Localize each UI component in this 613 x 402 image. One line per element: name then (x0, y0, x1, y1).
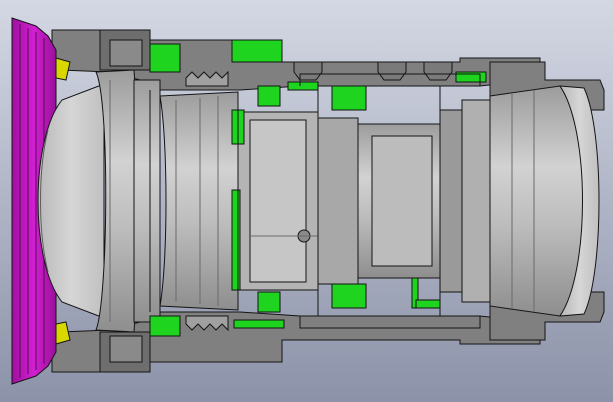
cad-viewport (0, 0, 613, 402)
lens-cross-section-drawing (0, 0, 613, 402)
inner-barrel (237, 99, 491, 303)
rear-element (489, 85, 600, 317)
lens-group-2 (159, 91, 239, 311)
